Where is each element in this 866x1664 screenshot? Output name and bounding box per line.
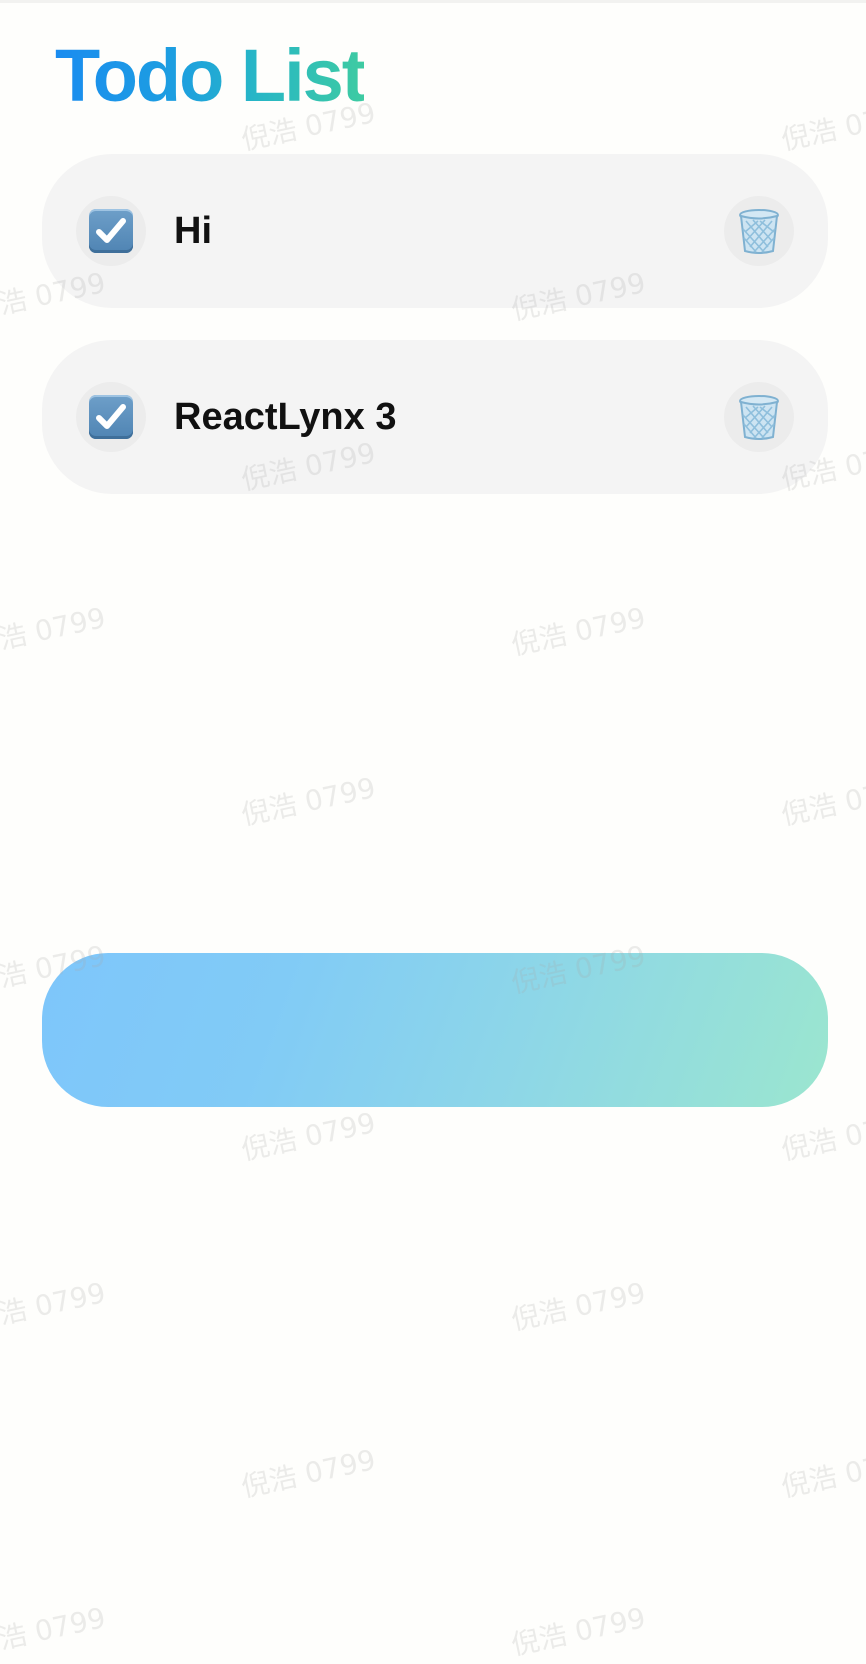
wastebasket-icon bbox=[739, 395, 779, 440]
wastebasket-icon bbox=[739, 209, 779, 254]
watermark: 倪浩 0799 bbox=[0, 601, 109, 662]
add-todo-bar[interactable] bbox=[42, 953, 828, 1107]
todo-item: ReactLynx 3 bbox=[42, 340, 828, 494]
delete-todo-button[interactable] bbox=[724, 382, 794, 452]
watermark: 倪浩 0799 bbox=[238, 771, 379, 832]
watermark: 倪浩 0799 bbox=[238, 1443, 379, 1504]
checked-box-icon bbox=[89, 395, 133, 439]
watermark: 倪浩 0799 bbox=[0, 1276, 109, 1337]
watermark: 倪浩 0799 bbox=[778, 96, 866, 157]
todo-text: Hi bbox=[174, 210, 212, 252]
checked-box-icon bbox=[89, 209, 133, 253]
todo-toggle-button[interactable] bbox=[76, 196, 146, 266]
watermark: 倪浩 0799 bbox=[778, 771, 866, 832]
watermark: 倪浩 0799 bbox=[508, 601, 649, 662]
watermark: 倪浩 0799 bbox=[778, 1443, 866, 1504]
watermark: 倪浩 0799 bbox=[238, 1106, 379, 1167]
watermark: 倪浩 0799 bbox=[508, 1276, 649, 1337]
todo-text: ReactLynx 3 bbox=[174, 396, 397, 438]
page-title: Todo List bbox=[55, 28, 366, 124]
todo-item: Hi bbox=[42, 154, 828, 308]
watermark: 倪浩 0799 bbox=[778, 1106, 866, 1167]
todo-toggle-button[interactable] bbox=[76, 382, 146, 452]
status-bar-edge bbox=[0, 0, 866, 3]
delete-todo-button[interactable] bbox=[724, 196, 794, 266]
